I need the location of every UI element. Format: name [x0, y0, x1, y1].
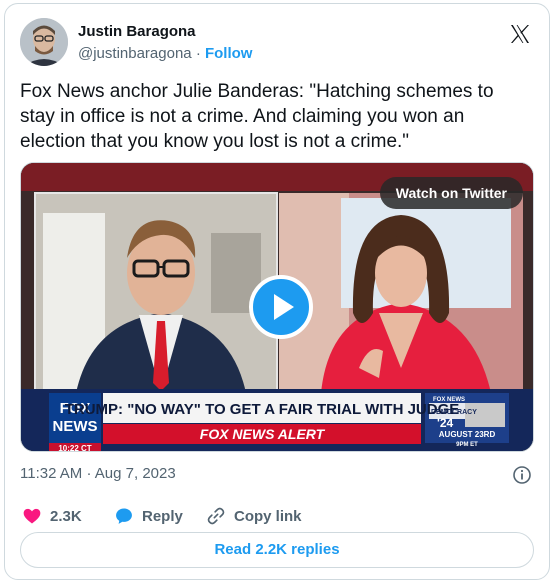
author-handle-row: @justinbaragona · Follow [78, 45, 252, 62]
handle-separator: · [195, 45, 201, 62]
watch-on-twitter-button[interactable]: Watch on Twitter [379, 177, 523, 209]
avatar-portrait [20, 18, 68, 66]
play-icon [274, 294, 294, 320]
info-icon[interactable] [512, 465, 532, 485]
promo-date: AUGUST 23RD [439, 430, 496, 439]
tweet-header: Justin Baragona @justinbaragona · Follow [20, 18, 534, 68]
promo-line2: DEMOCRACY [431, 409, 477, 416]
tweet-time: 11:32 AM [20, 465, 83, 482]
follow-button[interactable]: Follow [205, 45, 253, 62]
avatar[interactable] [20, 18, 68, 66]
heart-icon [23, 508, 41, 524]
copy-link-button[interactable]: Copy link [206, 504, 302, 528]
fox-logo-line2: NEWS [53, 418, 98, 435]
reply-button[interactable]: Reply [114, 504, 183, 528]
link-icon [207, 507, 225, 525]
meta-separator: · [86, 465, 92, 482]
tweet-card: Justin Baragona @justinbaragona · Follow… [4, 3, 550, 580]
promo-line1: FOX NEWS [433, 397, 465, 403]
read-replies-button[interactable]: Read 2.2K replies [20, 532, 534, 568]
video-player[interactable]: FOX NEWS 10:22 CT TRUMP: "NO WAY" TO GET… [20, 162, 534, 452]
reply-bubble-icon [116, 508, 132, 524]
x-logo-icon[interactable] [508, 22, 532, 46]
like-count: 2.3K [50, 507, 82, 525]
clock-text: 10:22 CT [58, 444, 91, 452]
tweet-timestamp[interactable]: 11:32 AM · Aug 7, 2023 [20, 465, 176, 482]
promo-line3: '24 [437, 416, 454, 430]
like-button[interactable]: 2.3K [22, 504, 82, 528]
author-handle[interactable]: @justinbaragona [78, 45, 192, 62]
author-name[interactable]: Justin Baragona [78, 23, 196, 40]
copy-link-label: Copy link [234, 507, 302, 525]
tweet-text: Fox News anchor Julie Banderas: "Hatchin… [20, 81, 494, 152]
chyron-headline: TRUMP: "NO WAY" TO GET A FAIR TRIAL WITH… [65, 401, 460, 418]
promo-time: 9PM ET [456, 442, 478, 448]
tweet-date: Aug 7, 2023 [94, 465, 176, 482]
chyron-alert: FOX NEWS ALERT [200, 426, 326, 442]
reply-label: Reply [142, 507, 183, 525]
play-button[interactable] [249, 275, 313, 339]
tweet-actions: 2.3K Reply Copy link [20, 504, 534, 528]
